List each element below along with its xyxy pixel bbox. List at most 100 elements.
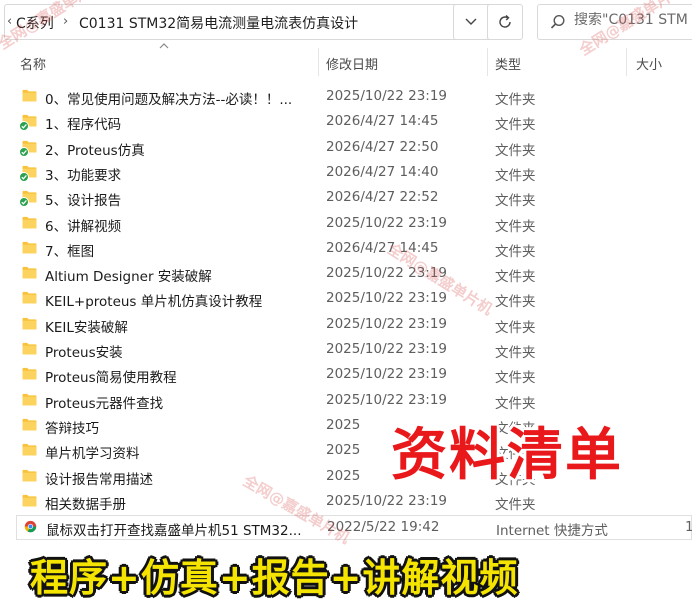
- file-row[interactable]: Proteus简易使用教程 2025/10/22 23:19 文件夹: [16, 363, 692, 388]
- file-name[interactable]: 3、功能要求: [45, 164, 121, 184]
- yellow-caption: 程序+仿真+报告+讲解视频: [30, 555, 519, 600]
- folder-icon: [22, 267, 37, 279]
- search-input[interactable]: [574, 12, 692, 28]
- column-header-size[interactable]: 大小: [636, 54, 662, 73]
- file-name[interactable]: 6、讲解视频: [45, 215, 121, 235]
- folder-icon: [22, 292, 37, 304]
- chevron-down-icon: [465, 18, 477, 25]
- file-type: 文件夹: [495, 167, 536, 184]
- file-type: 文件夹: [495, 142, 536, 159]
- file-date: 2026/4/27 14:40: [326, 163, 439, 180]
- column-header-bar: 名称 修改日期 类型 大小: [0, 43, 692, 76]
- folder-icon: [22, 393, 37, 406]
- file-date: 2026/4/27 14:45: [326, 239, 439, 256]
- file-row[interactable]: 7、框图 2026/4/27 14:45 文件夹: [16, 237, 692, 262]
- file-name[interactable]: 单片机学习资料: [45, 442, 140, 462]
- refresh-button[interactable]: [487, 4, 523, 40]
- sync-check-icon: [19, 146, 29, 157]
- file-row[interactable]: 相关数据手册 2025/10/22 23:19 文件夹: [16, 490, 692, 515]
- file-date: 2026/4/27 22:50: [326, 138, 439, 155]
- file-date: 2025/10/22 23:19: [326, 366, 448, 383]
- file-type: 文件夹: [495, 117, 536, 134]
- file-type: 文件夹: [495, 92, 536, 108]
- folder-icon: [22, 342, 37, 355]
- file-type: 文件夹: [495, 370, 536, 387]
- file-type: 文件夹: [495, 496, 536, 513]
- sync-check-icon: [19, 171, 29, 182]
- file-date: 2025/10/22 23:19: [326, 88, 448, 104]
- folder-icon: [22, 494, 37, 507]
- file-row[interactable]: 1、程序代码 2026/4/27 14:45 文件夹: [16, 110, 692, 135]
- breadcrumb[interactable]: ‹ C系列 › C0131 STM32简易电流测量电流表仿真设计: [4, 4, 522, 40]
- file-name[interactable]: 设计报告常用描述: [45, 468, 153, 488]
- red-caption: 资料清单: [391, 422, 623, 488]
- file-row[interactable]: Altium Designer 安装破解 2025/10/22 23:19 文件夹: [16, 262, 692, 287]
- file-type: 文件夹: [495, 193, 536, 210]
- column-divider[interactable]: [487, 48, 488, 76]
- file-date: 2025/10/22 23:19: [326, 391, 448, 408]
- column-divider[interactable]: [318, 48, 319, 76]
- file-row[interactable]: 5、设计报告 2026/4/27 22:52 文件夹: [16, 186, 692, 211]
- file-type: 文件夹: [495, 319, 536, 336]
- file-name[interactable]: 相关数据手册: [45, 493, 126, 513]
- sync-check-icon: [19, 197, 29, 208]
- file-name[interactable]: Proteus安装: [45, 341, 123, 361]
- file-name[interactable]: 7、框图: [45, 240, 94, 260]
- column-header-name[interactable]: 名称: [20, 54, 46, 73]
- file-name[interactable]: 答辩技巧: [45, 417, 99, 437]
- column-divider[interactable]: [626, 48, 627, 76]
- column-header-type[interactable]: 类型: [495, 54, 521, 73]
- file-row[interactable]: KEIL安装破解 2025/10/22 23:19 文件夹: [16, 313, 692, 338]
- file-name[interactable]: KEIL安装破解: [45, 316, 128, 336]
- file-type: 文件夹: [495, 218, 536, 235]
- address-bar: ‹ C系列 › C0131 STM32简易电流测量电流表仿真设计: [0, 0, 692, 44]
- folder-icon: [22, 216, 37, 229]
- chevron-left-icon[interactable]: ‹: [7, 14, 12, 29]
- breadcrumb-item[interactable]: C0131 STM32简易电流测量电流表仿真设计: [79, 13, 358, 33]
- file-date: 2025: [326, 442, 361, 459]
- folder-icon: [22, 368, 37, 380]
- file-name[interactable]: KEIL+proteus 单片机仿真设计教程: [45, 290, 262, 310]
- file-row[interactable]: KEIL+proteus 单片机仿真设计教程 2025/10/22 23:19 文件…: [16, 287, 692, 312]
- file-date: 2026/4/27 14:45: [326, 113, 439, 130]
- file-date: 2025/10/22 23:19: [326, 315, 448, 332]
- file-name[interactable]: 0、常见使用问题及解决方法--必读！！...: [45, 88, 292, 108]
- file-date: 2025: [326, 416, 361, 433]
- sort-ascending-icon: [159, 43, 169, 49]
- file-name[interactable]: Proteus简易使用教程: [45, 366, 177, 386]
- file-date: 2025/10/22 23:19: [326, 265, 448, 282]
- breadcrumb-item[interactable]: C系列: [16, 13, 54, 33]
- file-name[interactable]: 鼠标双击打开查找嘉盛单片机51 STM32...: [46, 519, 302, 539]
- chrome-shortcut-icon: [24, 520, 37, 533]
- file-size: 1: [685, 519, 692, 536]
- file-name[interactable]: 1、程序代码: [45, 113, 121, 133]
- file-type: 文件夹: [495, 243, 536, 260]
- folder-icon: [22, 241, 37, 254]
- file-date: 2026/4/27 22:52: [326, 189, 439, 206]
- file-row[interactable]: 2、Proteus仿真 2026/4/27 22:50 文件夹: [16, 136, 692, 161]
- file-name[interactable]: 5、设计报告: [45, 189, 121, 209]
- folder-icon: [22, 317, 37, 330]
- file-date: 2025/10/22 23:19: [326, 290, 448, 307]
- file-row[interactable]: 0、常见使用问题及解决方法--必读！！... 2025/10/22 23:19 文件…: [16, 85, 692, 110]
- refresh-icon: [499, 14, 511, 28]
- file-date: 2025/10/22 23:19: [326, 341, 448, 357]
- file-type: 文件夹: [495, 294, 536, 311]
- sync-check-icon: [19, 121, 29, 132]
- chevron-right-icon[interactable]: ›: [63, 14, 68, 29]
- dropdown-button[interactable]: [453, 4, 489, 40]
- search-box[interactable]: [537, 4, 692, 40]
- file-row[interactable]: 6、讲解视频 2025/10/22 23:19 文件夹: [16, 212, 692, 237]
- folder-icon: [22, 89, 37, 102]
- file-type: 文件夹: [495, 345, 536, 361]
- search-icon: [550, 14, 565, 29]
- file-date: 2022/5/22 19:42: [327, 519, 440, 536]
- file-row[interactable]: 3、功能要求 2026/4/27 14:40 文件夹: [16, 161, 692, 186]
- file-name[interactable]: 2、Proteus仿真: [45, 139, 145, 159]
- file-name[interactable]: Proteus元器件查找: [45, 392, 163, 412]
- file-row[interactable]: Proteus安装 2025/10/22 23:19 文件夹: [16, 338, 692, 363]
- file-name[interactable]: Altium Designer 安装破解: [45, 265, 212, 285]
- folder-icon: [22, 444, 37, 456]
- file-row[interactable]: 鼠标双击打开查找嘉盛单片机51 STM32... 2022/5/22 19:42 I…: [16, 515, 692, 541]
- column-header-date[interactable]: 修改日期: [326, 54, 378, 73]
